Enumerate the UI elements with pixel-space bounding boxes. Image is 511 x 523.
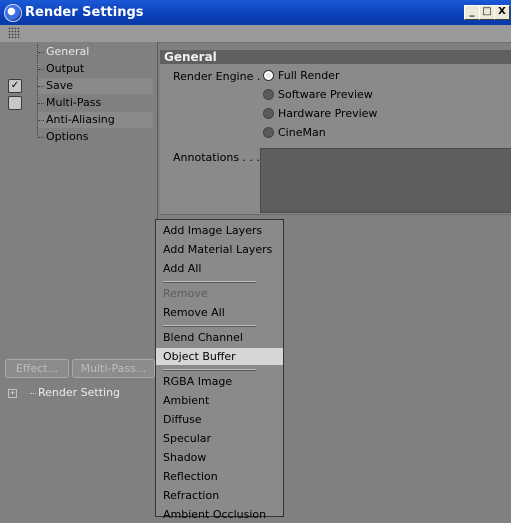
toolbar-grip-bar (0, 25, 511, 43)
menu-item-add-material-layers[interactable]: Add Material Layers (156, 241, 283, 258)
menu-item-blend-channel[interactable]: Blend Channel (156, 329, 283, 346)
radio-label: Hardware Preview (278, 107, 378, 120)
title-bar: Render Settings _ □ X (0, 0, 511, 25)
app-icon (4, 4, 22, 22)
tree-item-label: Multi-Pass (46, 96, 102, 109)
menu-item-remove: Remove (163, 287, 208, 300)
menu-item-reflection[interactable]: Reflection (156, 468, 283, 485)
tree-item-label: Options (46, 130, 89, 143)
annotations-label: Annotations . . . . (173, 151, 268, 164)
menu-separator (163, 369, 256, 371)
window-title: Render Settings (25, 5, 144, 20)
render-engine-label: Render Engine . . (173, 70, 268, 83)
maximize-button[interactable]: □ (479, 5, 495, 20)
menu-item-refraction[interactable]: Refraction (156, 487, 283, 504)
tree-item-label: Anti-Aliasing (46, 113, 115, 126)
menu-item-specular[interactable]: Specular (156, 430, 283, 447)
context-menu: Add Image Layers Add Material Layers Add… (155, 219, 284, 521)
save-checkbox[interactable]: ✓ (8, 79, 22, 93)
menu-item-add-all[interactable]: Add All (156, 260, 283, 277)
menu-separator (163, 325, 256, 327)
menu-item-shadow[interactable]: Shadow (156, 449, 283, 466)
tree-item-multi-pass[interactable]: Multi-Pass (38, 95, 153, 111)
radio-label: CineMan (278, 126, 326, 139)
tree-item-options[interactable]: Options (38, 129, 153, 145)
section-header: General (160, 50, 511, 64)
menu-item-diffuse[interactable]: Diffuse (156, 411, 283, 428)
render-setting-node[interactable]: + Render Setting (4, 385, 154, 401)
tree-item-label: Output (46, 62, 85, 75)
render-engine-radio-cineman[interactable] (263, 127, 274, 138)
menu-item-ambient-occlusion[interactable]: Ambient Occlusion (156, 506, 283, 523)
menu-item-ambient[interactable]: Ambient (156, 392, 283, 409)
multi-pass-checkbox[interactable] (8, 96, 22, 110)
menu-item-add-image-layers[interactable]: Add Image Layers (156, 222, 283, 239)
menu-item-object-buffer[interactable]: Object Buffer (156, 348, 283, 365)
tree-item-label: General (46, 45, 90, 58)
annotations-field[interactable] (260, 148, 511, 213)
tree-item-anti-aliasing[interactable]: Anti-Aliasing (38, 112, 153, 128)
radio-label: Software Preview (278, 88, 373, 101)
tree-item-label: Save (46, 79, 74, 92)
render-engine-radio-full-render[interactable] (263, 70, 274, 81)
radio-label: Full Render (278, 69, 340, 82)
tree-item-save[interactable]: Save (38, 78, 153, 94)
render-engine-radio-software-preview[interactable] (263, 89, 274, 100)
expand-icon[interactable]: + (8, 389, 17, 398)
close-button[interactable]: X (494, 5, 510, 20)
section-title: General (164, 50, 217, 64)
menu-item-remove-all[interactable]: Remove All (156, 304, 283, 321)
render-engine-radio-hardware-preview[interactable] (263, 108, 274, 119)
render-setting-label: Render Setting (38, 386, 121, 399)
minimize-button[interactable]: _ (464, 5, 480, 20)
menu-separator (163, 281, 256, 283)
multi-pass-button[interactable]: Multi-Pass... (72, 359, 155, 378)
menu-item-rgba-image[interactable]: RGBA Image (156, 373, 283, 390)
tree-item-general[interactable]: General (38, 44, 153, 60)
tree-item-output[interactable]: Output (38, 61, 153, 77)
effect-button[interactable]: Effect... (5, 359, 69, 378)
grip-icon[interactable] (8, 27, 20, 38)
